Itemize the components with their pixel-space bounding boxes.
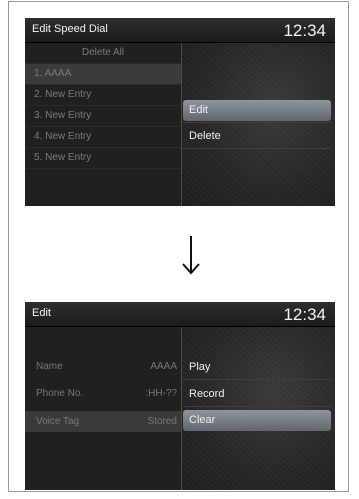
field-label: Voice Tag <box>36 416 80 427</box>
list-item-5[interactable]: 5. New Entry <box>25 148 181 169</box>
options-pane <box>182 327 335 490</box>
clock: 12:34 <box>283 21 326 40</box>
menu-item-delete[interactable]: Delete <box>183 126 331 147</box>
title-bar: Edit 12:34 <box>25 302 335 327</box>
edit-speed-dial-screen: Edit Speed Dial 12:34 Delete All 1. AAAA… <box>25 18 335 206</box>
screen-title: Edit <box>32 307 51 319</box>
list-item-label: 1. AAAA <box>34 68 72 79</box>
menu-item-clear[interactable]: Clear <box>183 410 331 431</box>
field-label: Phone No. <box>36 388 84 399</box>
list-item-4[interactable]: 4. New Entry <box>25 127 181 148</box>
list-item-2[interactable]: 2. New Entry <box>25 85 181 106</box>
field-row-phone: Phone No. :HH-?? <box>25 383 181 404</box>
menu-item-record[interactable]: Record <box>183 384 331 405</box>
field-value: Stored <box>147 416 177 427</box>
field-label: Name <box>36 361 63 372</box>
options-pane <box>182 43 335 206</box>
list-item-label: Delete All <box>81 47 125 58</box>
screen-title: Edit Speed Dial <box>32 23 108 35</box>
menu-separator <box>183 148 331 149</box>
field-value: AAAA <box>150 361 177 372</box>
list-item-1[interactable]: 1. AAAA <box>25 64 181 85</box>
menu-item-play[interactable]: Play <box>183 357 331 378</box>
list-item-label: 3. New Entry <box>34 110 92 121</box>
speed-dial-list: Delete All 1. AAAA 2. New Entry 3. New E… <box>25 43 181 206</box>
menu-separator <box>183 379 331 380</box>
menu-separator <box>183 122 331 123</box>
field-row-name: Name AAAA <box>25 356 181 377</box>
title-bar: Edit Speed Dial 12:34 <box>25 18 335 43</box>
edit-entry-screen: Edit 12:34 Name AAAA Phone No. :HH-?? Vo… <box>25 302 335 490</box>
list-item-label: 2. New Entry <box>34 89 92 100</box>
down-arrow-icon <box>182 236 200 275</box>
entry-fields-pane: Name AAAA Phone No. :HH-?? Voice Tag Sto… <box>25 327 181 490</box>
list-item-label: 4. New Entry <box>34 131 92 142</box>
list-item-delete-all[interactable]: Delete All <box>25 43 181 64</box>
clock: 12:34 <box>283 305 326 324</box>
list-item-label: 5. New Entry <box>34 152 92 163</box>
menu-separator <box>183 406 331 407</box>
list-item-3[interactable]: 3. New Entry <box>25 106 181 127</box>
field-value: :HH-?? <box>145 388 177 399</box>
field-row-voice-tag: Voice Tag Stored <box>25 411 181 432</box>
menu-item-edit[interactable]: Edit <box>183 100 331 121</box>
